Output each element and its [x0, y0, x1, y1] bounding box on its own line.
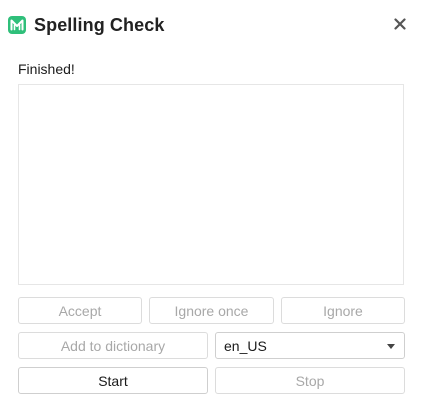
dialog-title: Spelling Check — [34, 14, 165, 35]
suggestion-text-area[interactable] — [18, 84, 404, 285]
status-label: Finished! — [18, 61, 75, 77]
app-logo-icon — [8, 16, 26, 34]
title-bar: Spelling Check — [8, 12, 164, 38]
start-button[interactable]: Start — [18, 367, 208, 394]
language-select[interactable]: en_US — [215, 332, 405, 359]
spelling-check-dialog: Spelling Check Finished! Accept Ignore o… — [0, 0, 436, 419]
close-icon[interactable] — [394, 17, 406, 35]
stop-button[interactable]: Stop — [215, 367, 405, 394]
ignore-button[interactable]: Ignore — [281, 297, 405, 324]
close-button[interactable] — [390, 16, 410, 36]
ignore-once-button[interactable]: Ignore once — [149, 297, 274, 324]
chevron-down-icon — [387, 344, 395, 349]
language-select-value: en_US — [224, 337, 267, 354]
add-to-dictionary-button[interactable]: Add to dictionary — [18, 332, 208, 359]
accept-button[interactable]: Accept — [18, 297, 142, 324]
